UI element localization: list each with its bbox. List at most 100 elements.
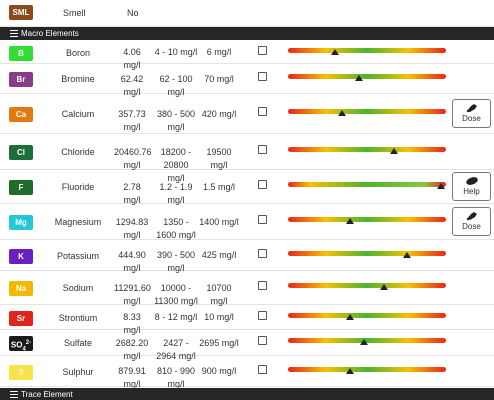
element-row-sulfate: SO42- Sulfate 2682.20 mg/l 2427 - 2964 mg/l… [0,330,494,361]
recommended-range: 4 - 10 mg/l [154,47,198,57]
dose-button[interactable]: Dose [452,99,491,128]
trace-element-title: Trace Element [21,390,73,399]
level-marker [359,339,368,345]
element-name: Fluoride [61,182,95,192]
smell-label: Smell [63,8,86,18]
target-value: 2695 mg/l [199,337,239,348]
macro-elements-header[interactable]: Macro Elements [0,27,494,40]
element-checkbox[interactable] [258,145,267,154]
level-marker [345,218,354,224]
element-name: Calcium [61,109,95,119]
level-bar [288,147,446,152]
element-badge: F [9,180,33,195]
recommended-range: 1.2 - 1.9 mg/l [159,181,193,205]
element-name: Boron [65,47,91,58]
target-value: 1400 mg/l [199,216,239,227]
level-bar [288,366,446,372]
element-checkbox[interactable] [258,107,267,116]
element-badge: K [9,248,33,264]
dose-dropper-icon [466,104,477,113]
button-label: Dose [462,222,481,231]
help-button[interactable]: Help [452,172,491,201]
smell-row: SML Smell No [0,0,494,27]
level-marker [437,183,446,189]
dose-button[interactable]: Dose [452,207,491,236]
element-badge: Cl [9,145,33,160]
level-marker [331,48,340,55]
element-checkbox[interactable] [258,364,267,374]
menu-icon [10,391,18,398]
recommended-range: 380 - 500 mg/l [156,108,196,132]
element-checkbox[interactable] [258,215,267,224]
target-value: 1.5 mg/l [202,181,235,192]
element-name: Potassium [56,250,100,261]
element-name: Sodium [62,283,94,293]
element-checkbox[interactable] [258,180,267,189]
level-marker [345,313,354,320]
level-bar [288,182,446,187]
element-row-magnesium: Mg Magnesium 1294.83 mg/l 1350 - 1600 mg/l 1… [0,204,494,240]
element-name: Strontium [58,312,98,323]
menu-icon [10,30,18,37]
element-name: Magnesium [54,217,102,227]
measured-value: 11291.60 mg/l [114,282,151,306]
target-value: 900 mg/l [201,366,237,376]
smell-value: No [127,8,139,18]
element-badge: Sr [9,310,33,326]
recommended-range: 10000 - 11300 mg/l [154,282,198,306]
element-badge: B [9,45,33,61]
element-name: Sulphur [62,366,94,377]
element-row-sulphur: S Sulphur 879.91 mg/l 810 - 990 mg/l 900 mg/… [0,356,494,389]
level-bar [288,283,446,288]
level-bar [288,74,446,79]
level-marker [389,148,398,154]
measured-value: 1294.83 mg/l [115,216,149,240]
element-checkbox[interactable] [258,248,267,258]
element-row-fluoride: F Fluoride 2.78 mg/l 1.2 - 1.9 mg/l 1.5 mg/l… [0,170,494,205]
target-value: 420 mg/l [201,108,237,119]
level-bar [288,47,446,53]
target-value: 6 mg/l [206,47,232,57]
element-badge: Br [9,72,33,87]
element-checkbox[interactable] [258,310,267,320]
trace-element-header[interactable]: Trace Element [0,388,494,400]
element-name: Sulfate [63,338,93,348]
target-value: 425 mg/l [201,250,237,260]
target-value: 70 mg/l [204,73,234,84]
target-value: 10 mg/l [204,312,234,322]
element-checkbox[interactable] [258,281,267,290]
element-checkbox[interactable] [258,336,267,345]
button-label: Help [463,187,480,196]
level-marker [355,75,364,81]
level-marker [380,284,389,290]
element-badge: S [9,364,33,380]
macro-elements-title: Macro Elements [21,29,79,38]
level-bar [288,109,446,114]
element-checkbox[interactable] [258,72,267,81]
element-name: Chloride [61,147,95,157]
smell-badge: SML [9,5,33,20]
element-row-calcium: Ca Calcium 357.73 mg/l 380 - 500 mg/l 420 mg… [0,94,494,134]
element-row-chloride: Cl Chloride 20460.76 mg/l 18200 - 20800 mg/… [0,134,494,183]
element-row-bromine: Br Bromine 62.42 mg/l 62 - 100 mg/l 70 mg/l [0,64,494,97]
measured-value: 2.78 mg/l [123,181,141,205]
help-pill-icon [465,177,478,185]
element-row-sodium: Na Sodium 11291.60 mg/l 10000 - 11300 mg/l 1… [0,271,494,306]
button-label: Dose [462,114,481,123]
element-checkbox[interactable] [258,45,267,55]
element-badge: Ca [9,107,33,122]
element-name: Bromine [61,74,95,84]
measured-value: 20460.76 mg/l [114,146,152,170]
target-value: 19500 mg/l [206,146,232,170]
level-bar [288,312,446,318]
level-marker [402,251,411,258]
element-row-boron: B Boron 4.06 mg/l 4 - 10 mg/l 6 mg/l [0,41,494,70]
level-marker [345,367,354,374]
dose-dropper-icon [466,212,477,221]
element-row-potassium: K Potassium 444.90 mg/l 390 - 500 mg/l 425 m… [0,240,494,273]
element-badge: Mg [9,215,33,230]
level-bar [288,217,446,222]
recommended-range: 1350 - 1600 mg/l [156,216,196,240]
element-badge: Na [9,281,33,296]
recommended-range: 8 - 12 mg/l [154,312,198,322]
